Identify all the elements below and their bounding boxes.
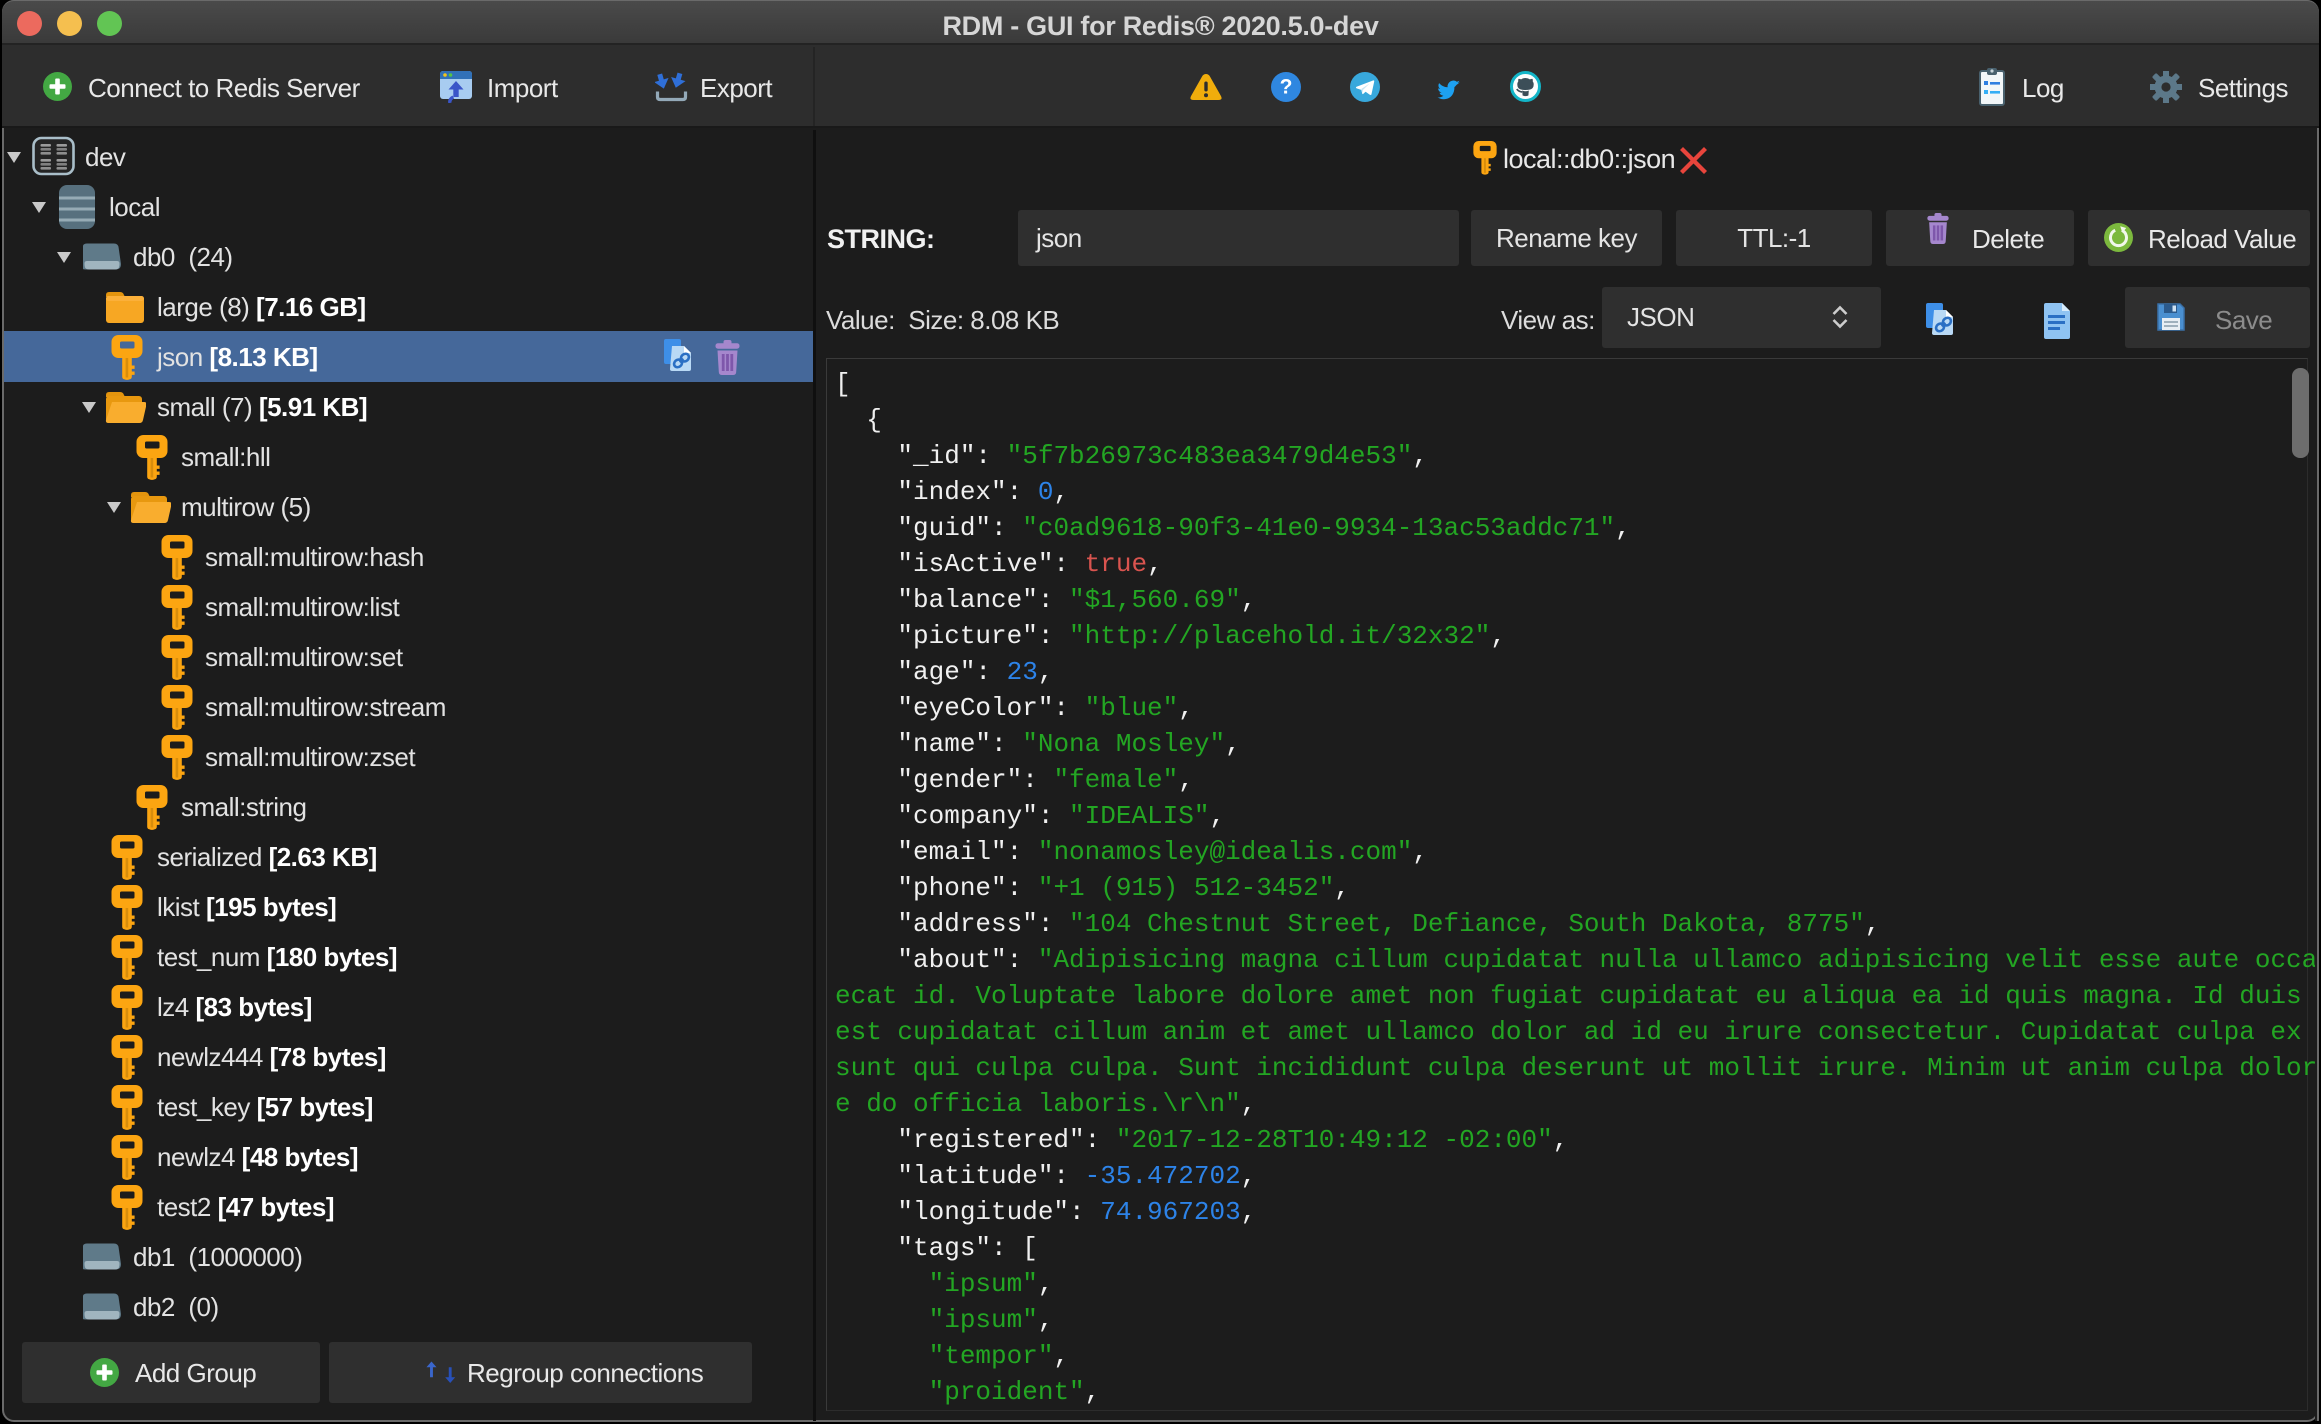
svg-text:?: ? xyxy=(1280,76,1293,99)
